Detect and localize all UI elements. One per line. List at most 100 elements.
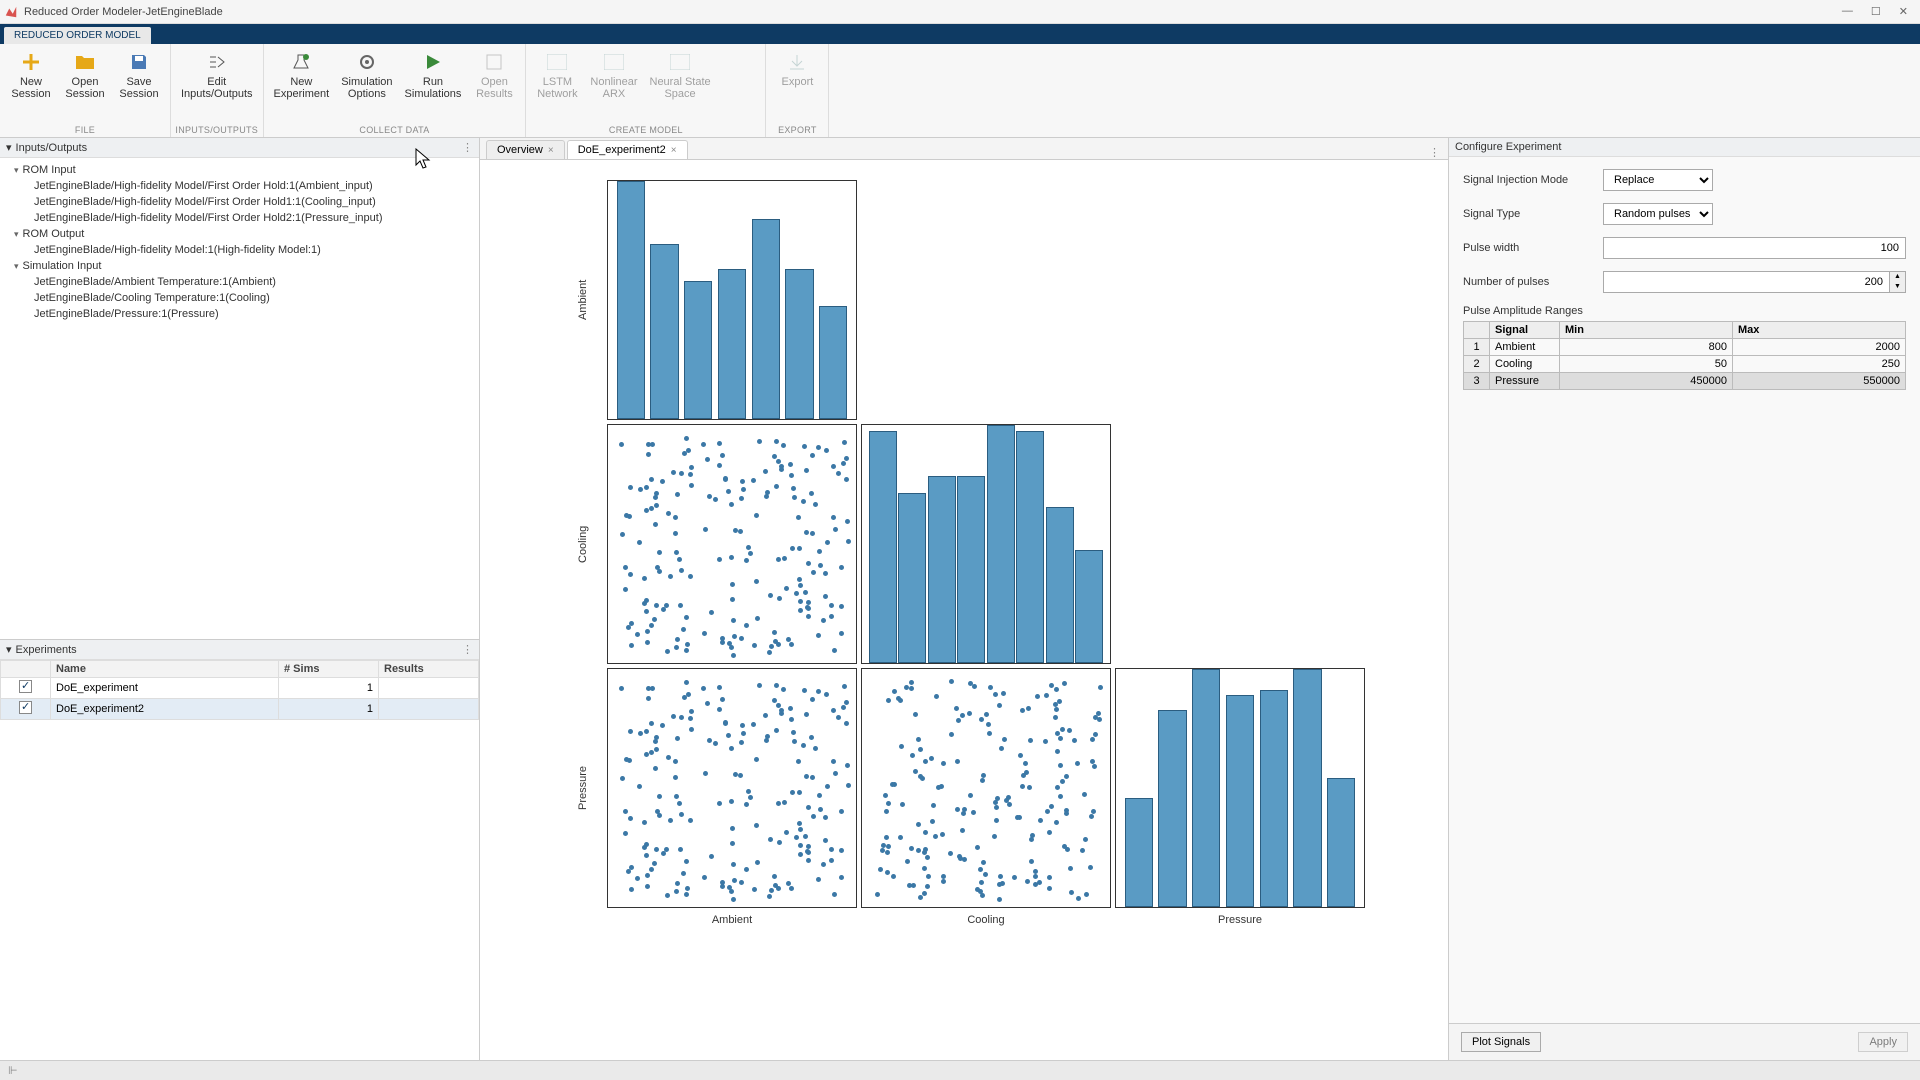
minimize-icon[interactable]: — (1842, 5, 1853, 18)
ylabel-cooling: Cooling (563, 424, 603, 664)
open-session-button[interactable]: Open Session (58, 46, 112, 124)
ribbon: New Session Open Session Save Session FI… (0, 44, 1920, 138)
narx-icon (602, 50, 626, 74)
statusbar: ⊩ (0, 1060, 1920, 1080)
xlabel-cooling: Cooling (861, 912, 1111, 942)
tab-close-icon[interactable]: × (548, 145, 554, 156)
plot-matrix: Ambient Cooling 25020015010050 Pressure … (480, 160, 1448, 1060)
chevron-down-icon: ▼ (1890, 282, 1905, 292)
new-session-button[interactable]: New Session (4, 46, 58, 124)
new-experiment-button[interactable]: New Experiment (268, 46, 336, 124)
checkbox[interactable] (19, 680, 32, 693)
xlabel-ambient: Ambient (607, 912, 857, 942)
pulse-width-input[interactable] (1603, 237, 1906, 259)
amplitude-ranges-label: Pulse Amplitude Ranges (1463, 305, 1906, 317)
tab-overview[interactable]: Overview× (486, 140, 565, 159)
io-panel-menu-icon[interactable]: ⋮ (462, 141, 473, 154)
col-sims: # Sims (279, 661, 379, 678)
tree-leaf[interactable]: JetEngineBlade/Pressure:1(Pressure) (0, 306, 479, 322)
col-signal: Signal (1490, 322, 1560, 339)
chart-cooling-hist[interactable] (861, 424, 1111, 664)
experiments-header: ▾ Experiments ⋮ (0, 640, 479, 660)
view-tabs: Overview× DoE_experiment2× ⋮ (480, 138, 1448, 160)
col-max: Max (1733, 322, 1906, 339)
simulation-options-button[interactable]: Simulation Options (335, 46, 398, 124)
tree-leaf[interactable]: JetEngineBlade/High-fidelity Model:1(Hig… (0, 242, 479, 258)
plus-icon (19, 50, 43, 74)
col-name: Name (51, 661, 279, 678)
chart-pressure-vs-ambient[interactable]: 5.65.45.254.84.64.4 100015002000 (607, 668, 857, 908)
ribbon-tab-rom[interactable]: REDUCED ORDER MODEL (4, 27, 151, 44)
save-session-button[interactable]: Save Session (112, 46, 166, 124)
tab-doe2[interactable]: DoE_experiment2× (567, 140, 688, 159)
chart-ambient-hist[interactable] (607, 180, 857, 420)
table-row[interactable]: 3Pressure450000550000 (1464, 373, 1906, 390)
view-tabs-menu-icon[interactable]: ⋮ (1429, 146, 1440, 159)
ribbon-group-file-label: FILE (4, 124, 166, 137)
flask-plus-icon (289, 50, 313, 74)
exp-panel-menu-icon[interactable]: ⋮ (462, 643, 473, 656)
configure-experiment-title: Configure Experiment (1455, 141, 1561, 153)
table-row[interactable]: DoE_experiment 1 (1, 678, 479, 699)
chart-cooling-vs-ambient[interactable]: 25020015010050 (607, 424, 857, 664)
table-row[interactable]: DoE_experiment2 1 (1, 699, 479, 720)
close-icon[interactable]: ✕ (1899, 5, 1908, 18)
pulse-width-label: Pulse width (1463, 242, 1593, 254)
matlab-logo-icon (4, 5, 18, 19)
injection-mode-select[interactable]: Replace (1603, 169, 1713, 191)
lstm-button: LSTM Network (530, 46, 584, 124)
num-pulses-spinner[interactable]: ▲▼ (1890, 271, 1906, 293)
chart-pressure-hist[interactable]: 4.555.5 ×10⁵ (1115, 668, 1365, 908)
narx-button: Nonlinear ARX (584, 46, 643, 124)
tab-close-icon[interactable]: × (671, 145, 677, 156)
save-icon (127, 50, 151, 74)
export-button: Export (770, 46, 824, 124)
io-icon (205, 50, 229, 74)
maximize-icon[interactable]: ☐ (1871, 5, 1881, 18)
signal-type-label: Signal Type (1463, 208, 1593, 220)
tree-node-rom-input[interactable]: ROM Input (0, 162, 479, 178)
signal-type-select[interactable]: Random pulses (1603, 203, 1713, 225)
col-results: Results (379, 661, 479, 678)
inputs-outputs-title: Inputs/Outputs (16, 142, 88, 154)
ribbon-group-export-label: EXPORT (770, 124, 824, 137)
plot-signals-button[interactable]: Plot Signals (1461, 1032, 1541, 1052)
ylabel-ambient: Ambient (563, 180, 603, 420)
run-simulations-button[interactable]: Run Simulations (399, 46, 468, 124)
table-row[interactable]: 1Ambient8002000 (1464, 339, 1906, 356)
num-pulses-input[interactable] (1603, 271, 1890, 293)
ribbon-group-collect-label: COLLECT DATA (268, 124, 522, 137)
gear-icon (355, 50, 379, 74)
window-title: Reduced Order Modeler-JetEngineBlade (24, 6, 1842, 18)
xlabel-pressure: Pressure (1115, 912, 1365, 942)
tree-leaf[interactable]: JetEngineBlade/Ambient Temperature:1(Amb… (0, 274, 479, 290)
ribbon-group-create-label: CREATE MODEL (530, 124, 761, 137)
tree-leaf[interactable]: JetEngineBlade/High-fidelity Model/First… (0, 210, 479, 226)
tree-node-rom-output[interactable]: ROM Output (0, 226, 479, 242)
nss-button: Neural State Space (644, 46, 717, 124)
table-row[interactable]: 2Cooling50250 (1464, 356, 1906, 373)
tree-leaf[interactable]: JetEngineBlade/Cooling Temperature:1(Coo… (0, 290, 479, 306)
injection-mode-label: Signal Injection Mode (1463, 174, 1593, 186)
tree-node-sim-input[interactable]: Simulation Input (0, 258, 479, 274)
configure-experiment-header: Configure Experiment (1449, 138, 1920, 157)
ribbon-tabstrip: REDUCED ORDER MODEL (0, 24, 1920, 44)
titlebar: Reduced Order Modeler-JetEngineBlade — ☐… (0, 0, 1920, 24)
amplitude-table: Signal Min Max 1Ambient8002000 2Cooling5… (1463, 321, 1906, 390)
checkbox[interactable] (19, 701, 32, 714)
export-icon (785, 50, 809, 74)
chevron-up-icon: ▲ (1890, 272, 1905, 282)
edit-io-button[interactable]: Edit Inputs/Outputs (175, 46, 259, 124)
tree-leaf[interactable]: JetEngineBlade/High-fidelity Model/First… (0, 194, 479, 210)
statusbar-handle-icon: ⊩ (8, 1064, 18, 1077)
nss-icon (668, 50, 692, 74)
ylabel-pressure: Pressure (563, 668, 603, 908)
lstm-icon (545, 50, 569, 74)
inputs-outputs-header: ▾ Inputs/Outputs ⋮ (0, 138, 479, 158)
tree-leaf[interactable]: JetEngineBlade/High-fidelity Model/First… (0, 178, 479, 194)
play-icon (421, 50, 445, 74)
folder-open-icon (73, 50, 97, 74)
num-pulses-label: Number of pulses (1463, 276, 1593, 288)
chart-pressure-vs-cooling[interactable]: 50100150200250 (861, 668, 1111, 908)
apply-button: Apply (1858, 1032, 1908, 1052)
